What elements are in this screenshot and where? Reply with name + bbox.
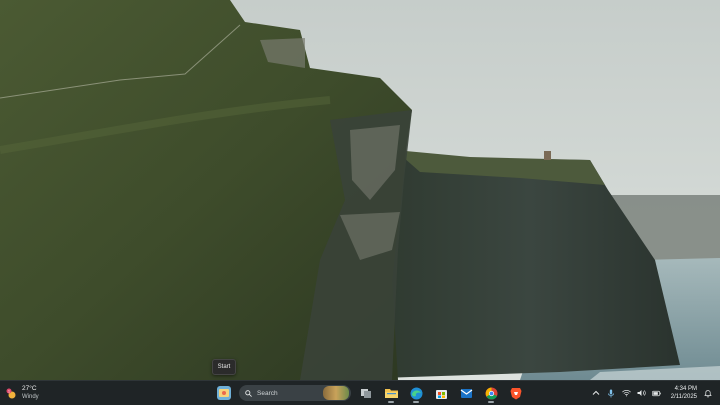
edge-browser-button[interactable] [406, 383, 426, 403]
taskbar: 1 27°C Windy Search 4:34 PM 2/11/2025 [0, 380, 720, 405]
clock-date[interactable]: 4:34 PM 2/11/2025 [671, 385, 697, 401]
weather-widget[interactable]: 1 27°C Windy [6, 384, 39, 402]
chrome-icon [485, 387, 497, 399]
file-explorer-icon [384, 389, 398, 398]
microsoft-store-icon [435, 389, 447, 399]
start-tooltip: Start [212, 359, 236, 375]
search-box[interactable]: Search [239, 385, 351, 401]
system-tray: 4:34 PM 2/11/2025 [592, 383, 712, 403]
chevron-up-icon[interactable] [592, 389, 601, 398]
outlook-mail-icon [460, 388, 472, 398]
cliffs-landscape-image [0, 0, 720, 380]
search-icon [245, 389, 252, 397]
outlook-mail-button[interactable] [456, 383, 476, 403]
taskbar-center: Search [214, 383, 526, 403]
edge-browser-icon [410, 387, 422, 399]
task-view-button[interactable] [356, 383, 376, 403]
windows-start-icon [217, 386, 231, 400]
notification-bell-icon[interactable] [703, 389, 712, 398]
task-view-icon [361, 389, 371, 398]
microphone-icon[interactable] [607, 389, 616, 398]
clock-time: 4:34 PM [674, 386, 697, 392]
start-button[interactable] [214, 383, 234, 403]
speaker-icon[interactable] [637, 389, 646, 398]
clock-date-label: 2/11/2025 [670, 394, 697, 400]
weather-temperature: 27°C [22, 385, 37, 392]
svg-text:1: 1 [8, 390, 10, 394]
weather-condition: Windy [22, 394, 39, 400]
wifi-icon[interactable] [621, 389, 631, 398]
desktop-wallpaper [0, 0, 720, 380]
file-explorer-button[interactable] [381, 383, 401, 403]
brave-browser-button[interactable] [506, 383, 526, 403]
weather-sun-icon: 1 [6, 387, 18, 399]
search-label: Search [257, 389, 278, 397]
tooltip-label: Start [217, 364, 231, 370]
brave-browser-icon [510, 387, 522, 399]
battery-icon[interactable] [651, 389, 661, 398]
microsoft-store-button[interactable] [431, 383, 451, 403]
search-highlight-image [323, 386, 349, 400]
chrome-button[interactable] [481, 383, 501, 403]
